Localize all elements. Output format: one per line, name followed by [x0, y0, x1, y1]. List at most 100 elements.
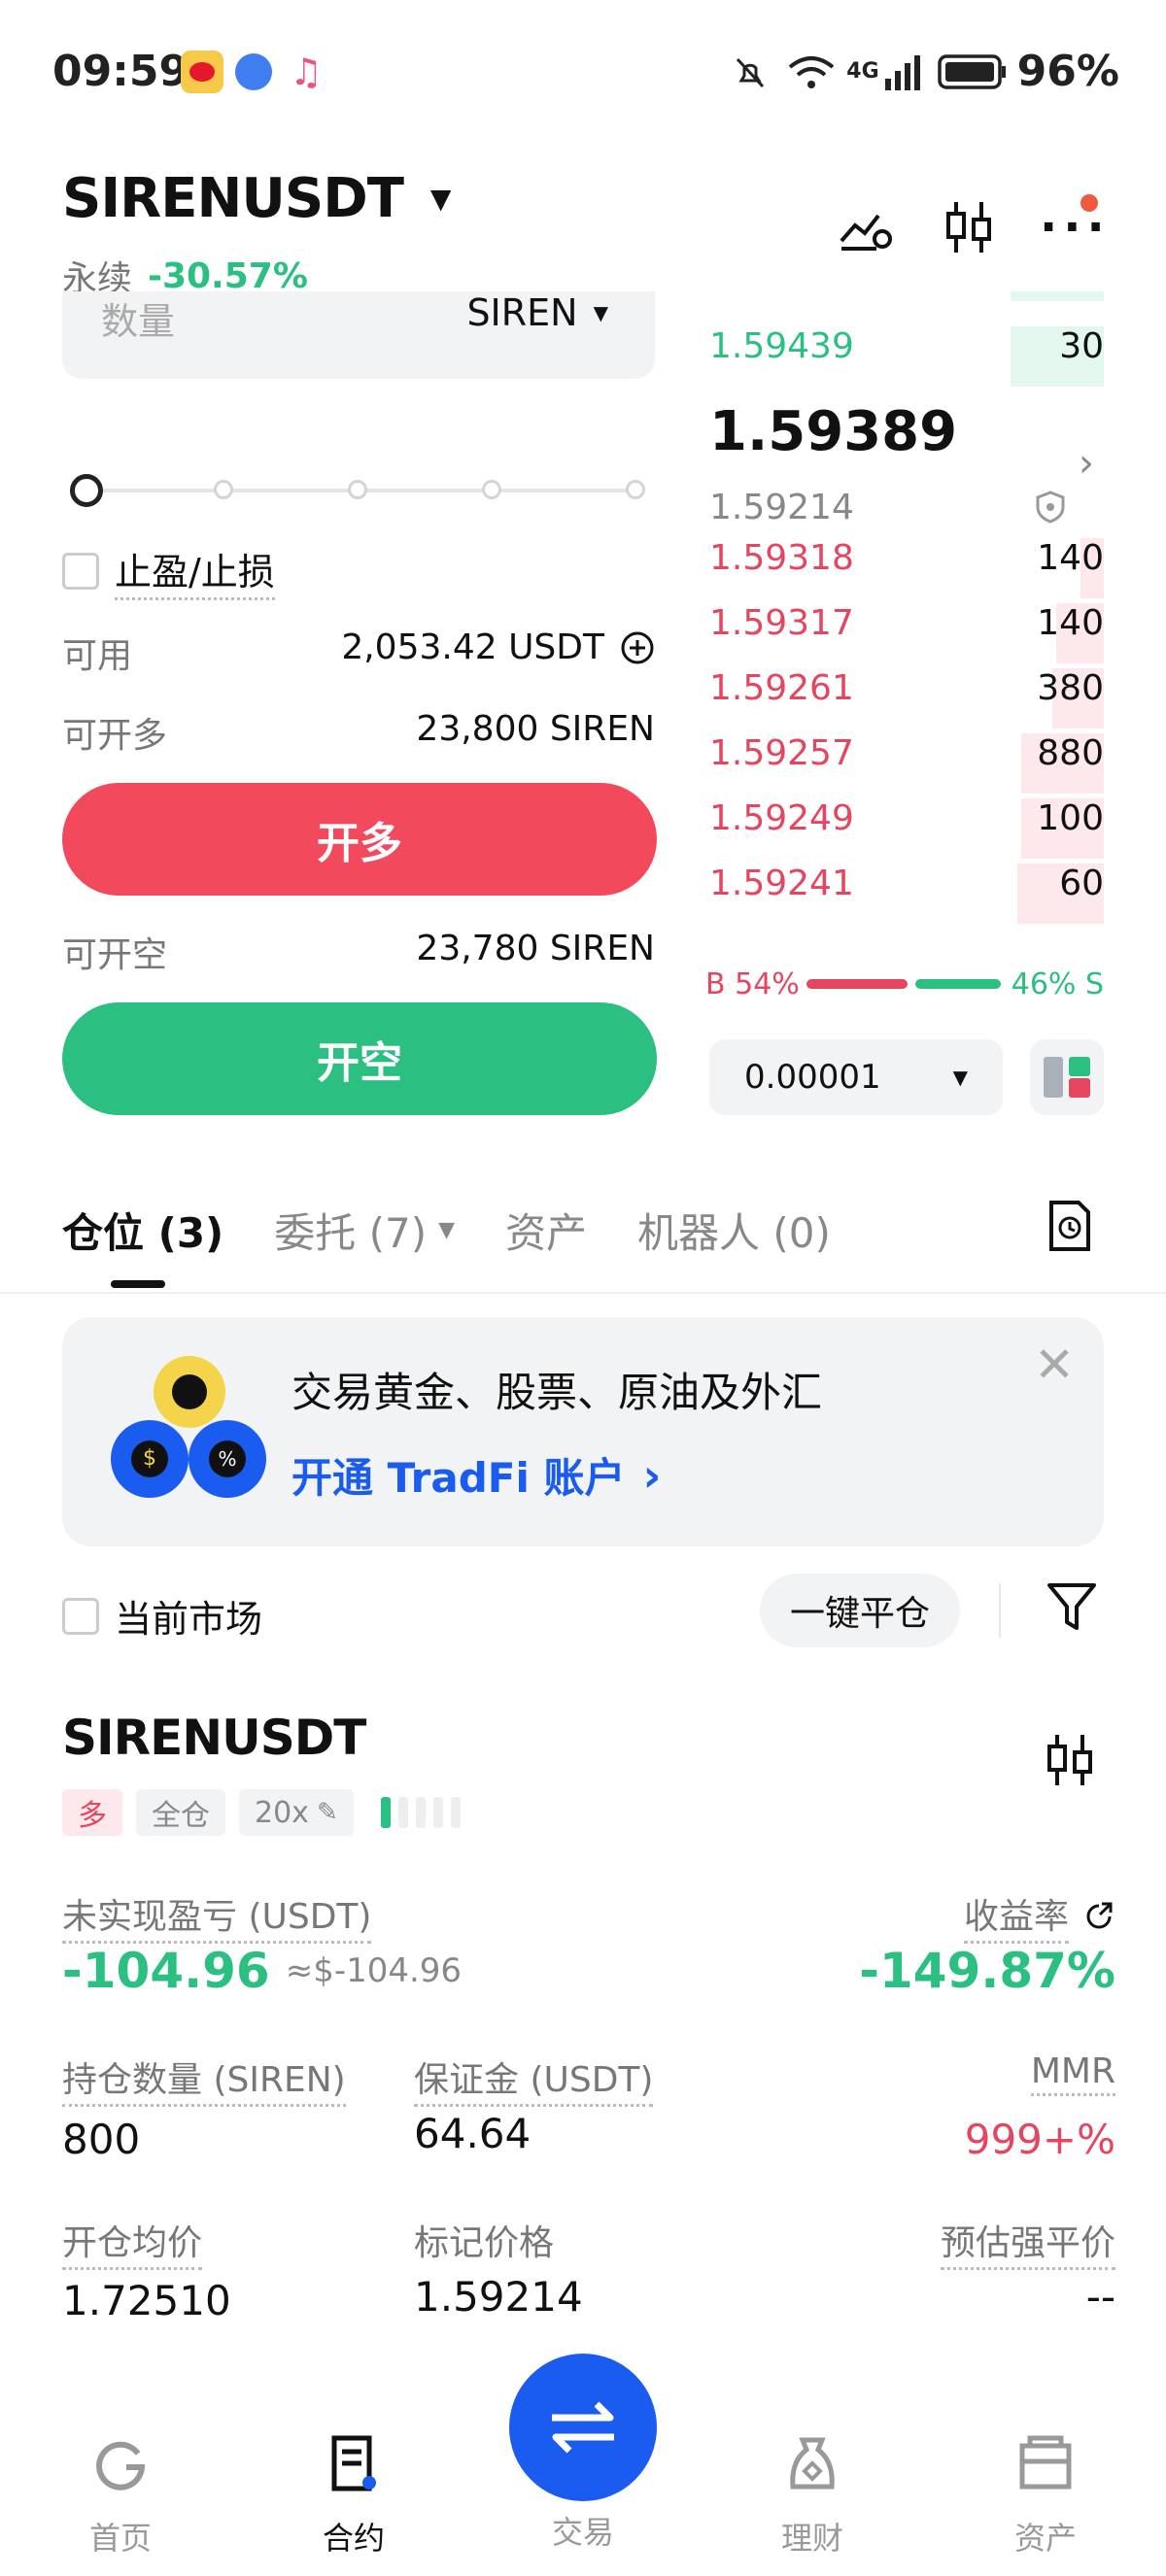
status-app-icons: ♫ — [181, 51, 323, 93]
tab-assets[interactable]: 资产 — [505, 1201, 587, 1260]
bid-row[interactable]: 1.59261 380 — [709, 668, 1104, 729]
history-icon[interactable] — [1046, 1199, 1094, 1253]
bid-price: 1.59261 — [709, 668, 854, 708]
mark-price: 1.59214 — [709, 488, 854, 527]
more-icon: ··· — [1040, 200, 1111, 254]
nav-earn[interactable]: 理财 — [735, 2434, 890, 2559]
tabs-divider — [0, 1292, 1166, 1294]
precision-value: 0.00001 — [744, 1058, 881, 1097]
slider-step[interactable] — [214, 480, 233, 499]
open-short-button[interactable]: 开空 — [62, 1002, 657, 1115]
precision-selector[interactable]: 0.00001 ▼ — [709, 1039, 1003, 1115]
buy-ratio-text: B 54% — [705, 967, 800, 1001]
bid-row[interactable]: 1.59241 60 — [709, 864, 1104, 924]
entry-price-label: 开仓均价 — [62, 2215, 203, 2270]
tp-sl-toggle[interactable]: 止盈/止损 — [62, 542, 275, 600]
open-long-button[interactable]: 开多 — [62, 783, 657, 896]
slider-handle[interactable] — [70, 474, 103, 507]
unrealized-pnl-usd: ≈$-104.96 — [285, 1951, 463, 1990]
kline-button[interactable] — [943, 198, 995, 260]
banner-link-text: 开通 TradFi 账户 — [292, 1454, 626, 1502]
bid-row[interactable]: 1.59318 140 — [709, 538, 1104, 598]
current-market-checkbox[interactable] — [62, 1597, 99, 1635]
close-icon[interactable]: ✕ — [1034, 1337, 1075, 1393]
more-button[interactable]: ··· — [1040, 194, 1111, 254]
position-size-value: 800 — [62, 2116, 141, 2163]
margin-label: 保证金 (USDT) — [414, 2051, 654, 2107]
chart-settings-button[interactable] — [838, 202, 896, 258]
sell-ratio-label: 46% S — [1012, 967, 1104, 1001]
gold-coin-icon — [154, 1356, 225, 1428]
slider-step[interactable] — [348, 480, 367, 499]
last-price[interactable]: 1.59389 — [709, 400, 957, 463]
status-time: 09:59 — [52, 47, 189, 96]
ratio-bar — [806, 979, 1001, 989]
battery-icon — [937, 53, 1006, 89]
tab-orders[interactable]: 委托 (7) ▼ — [274, 1201, 455, 1260]
nav-futures[interactable]: 合约 — [276, 2434, 431, 2559]
quantity-input[interactable]: 数量 SIREN ▼ — [62, 291, 655, 379]
caret-down-icon: ▼ — [593, 301, 608, 324]
pair-selector[interactable]: SIRENUSDT ▼ — [62, 167, 452, 230]
tp-sl-label: 止盈/止损 — [115, 542, 275, 600]
available-value: 2,053.42 USDT — [341, 627, 604, 667]
leverage-badge[interactable]: 20x ✎ — [239, 1789, 354, 1836]
nav-home[interactable]: 首页 — [43, 2434, 198, 2559]
caret-down-icon: ▼ — [952, 1066, 968, 1089]
caret-down-icon: ▼ — [429, 183, 452, 215]
slider-step[interactable] — [626, 480, 645, 499]
quantity-unit: SIREN — [466, 291, 578, 334]
roi-label: 收益率 — [963, 1888, 1069, 1944]
quantity-unit-selector[interactable]: SIREN ▼ — [466, 291, 608, 334]
layout-icon — [1044, 1057, 1090, 1098]
tab-positions[interactable]: 仓位 (3) — [62, 1201, 223, 1260]
slider-step[interactable] — [482, 480, 501, 499]
margin-value-row[interactable]: 64.64 — [414, 2110, 531, 2157]
unrealized-pnl-value: -104.96 — [62, 1943, 270, 1999]
nav-assets-label: 资产 — [1013, 2520, 1077, 2557]
entry-price-value: 1.72510 — [62, 2277, 231, 2324]
current-market-filter[interactable]: 当前市场 — [62, 1589, 262, 1643]
position-symbol[interactable]: SIRENUSDT — [62, 1710, 366, 1766]
roi-value: -149.87% — [859, 1943, 1115, 1999]
bid-qty: 140 — [1037, 603, 1104, 643]
book-layout-button[interactable] — [1030, 1039, 1104, 1115]
bid-qty: 140 — [1037, 538, 1104, 578]
unrealized-pnl-label[interactable]: 未实现盈亏 (USDT) — [62, 1888, 372, 1944]
ask-row[interactable]: 1.59439 30 — [709, 326, 1104, 387]
bid-row[interactable]: 1.59249 100 — [709, 798, 1104, 859]
nav-trade-label[interactable]: 交易 — [505, 2508, 661, 2553]
roi-header[interactable]: 收益率 — [963, 1888, 1115, 1944]
position-tabs: 仓位 (3) 委托 (7) ▼ 资产 机器人 (0) — [62, 1201, 881, 1260]
liq-price-label: 预估强平价 — [940, 2215, 1115, 2270]
trade-button[interactable] — [509, 2354, 657, 2501]
liq-price-value: -- — [1085, 2273, 1115, 2321]
chevron-right-icon: › — [642, 1448, 662, 1502]
ratio-bar-sell — [915, 979, 1001, 989]
tab-bots[interactable]: 机器人 (0) — [637, 1201, 831, 1260]
tp-sl-checkbox[interactable] — [62, 553, 99, 590]
bid-price: 1.59317 — [709, 603, 854, 643]
nav-futures-label: 合约 — [322, 2520, 385, 2557]
transfer-plus-icon[interactable] — [620, 630, 655, 665]
bid-row[interactable]: 1.59257 880 — [709, 733, 1104, 794]
bid-qty: 880 — [1037, 733, 1104, 773]
risk-meter — [380, 1797, 461, 1828]
signal-icon — [884, 54, 920, 90]
can-short-value: 23,780 SIREN — [416, 929, 655, 968]
candlestick-icon[interactable] — [1044, 1731, 1096, 1789]
battery-level: 96% — [1016, 47, 1119, 96]
bid-row[interactable]: 1.59317 140 — [709, 603, 1104, 663]
mmr-label: MMR — [1030, 2051, 1115, 2096]
tradfi-banner[interactable]: $ % 交易黄金、股票、原油及外汇 开通 TradFi 账户 › ✕ — [62, 1317, 1104, 1546]
side-badge: 多 — [62, 1789, 122, 1836]
leverage-value: 20x — [255, 1795, 309, 1830]
close-all-button[interactable]: 一键平仓 — [760, 1574, 960, 1647]
filter-icon[interactable] — [1046, 1579, 1098, 1634]
chevron-right-icon[interactable]: › — [1079, 441, 1094, 486]
weibo-icon — [181, 51, 223, 93]
nav-assets[interactable]: 资产 — [968, 2434, 1123, 2559]
mmr-value: 999+% — [964, 2116, 1115, 2163]
candlestick-icon — [946, 202, 991, 253]
banner-link[interactable]: 开通 TradFi 账户 › — [292, 1445, 661, 1505]
